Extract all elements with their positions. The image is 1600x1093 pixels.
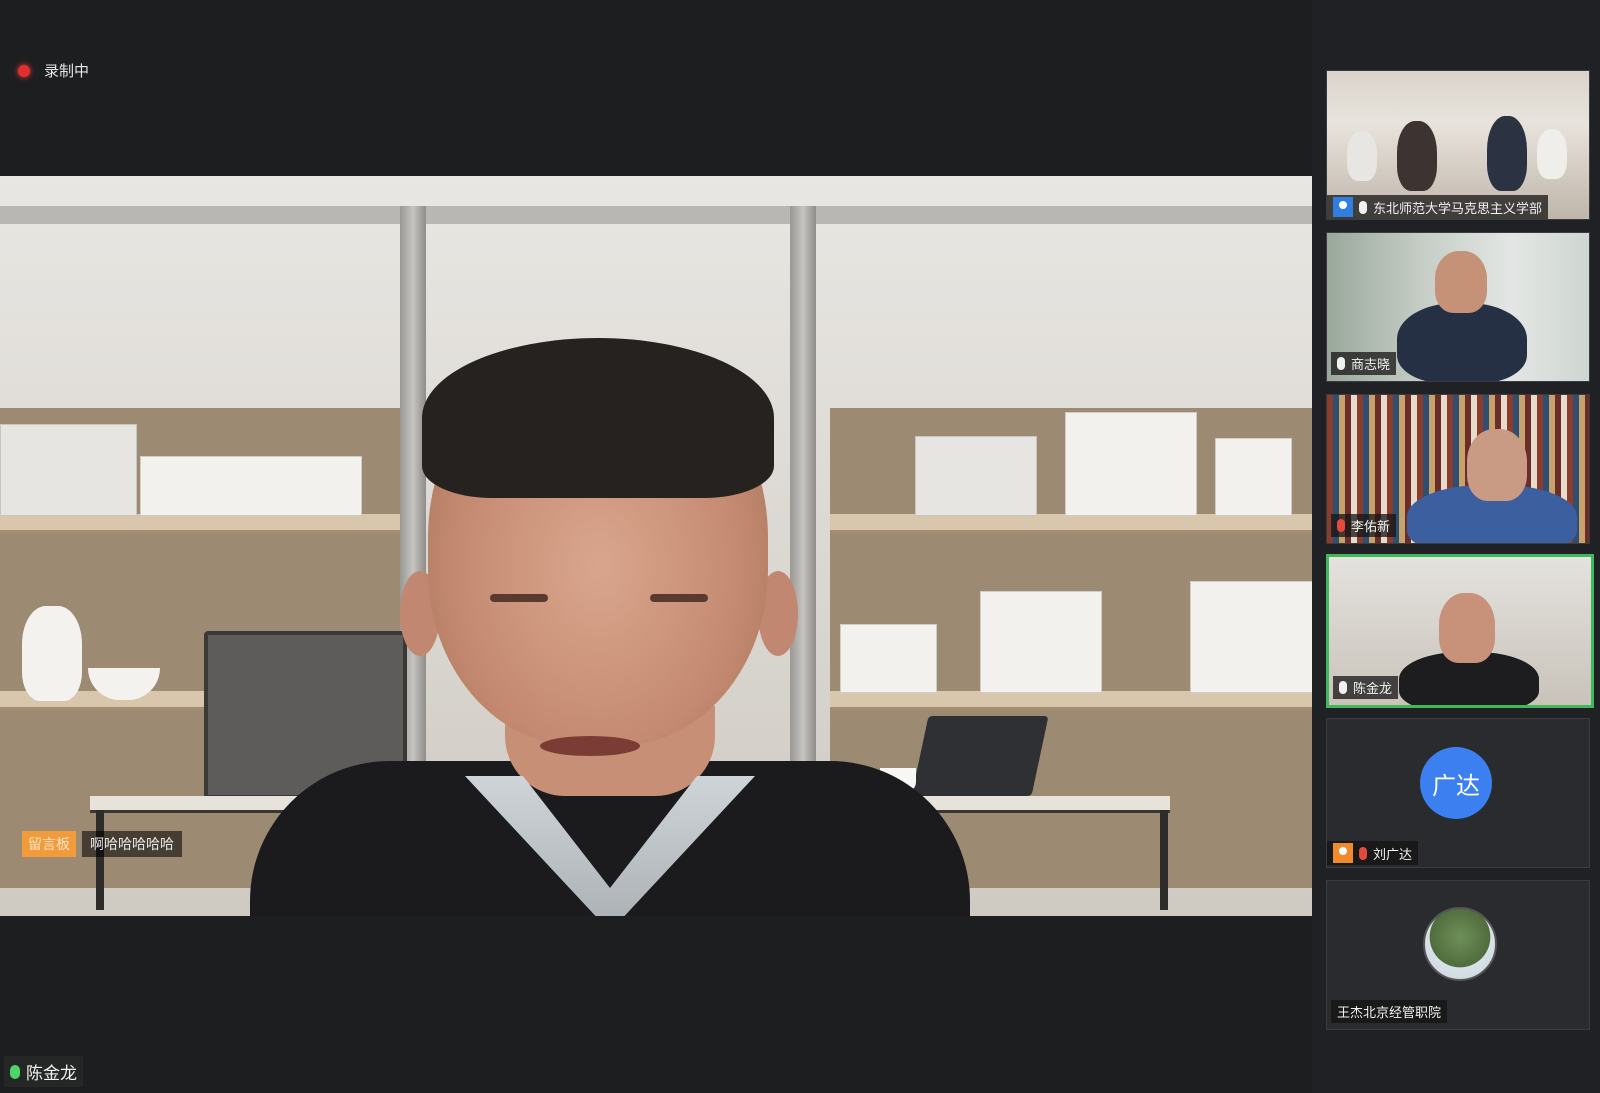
speaker-eye [490, 594, 548, 602]
participant-label: 李佑新 [1331, 514, 1397, 537]
mic-muted-icon [1359, 846, 1367, 860]
main-speaker-label: 陈金龙 [4, 1056, 83, 1087]
participant-tile[interactable]: 王杰北京经管职院 [1326, 880, 1590, 1030]
participant-name: 王杰北京经管职院 [1337, 1006, 1442, 1021]
main-video-stage: 录制中 留言板 啊哈哈哈哈哈 陈金龙 [0, 0, 1312, 1093]
record-dot-icon [18, 64, 30, 77]
participant-label: 陈金龙 [1333, 676, 1399, 699]
book-row [1190, 581, 1312, 693]
participant-tile[interactable]: 广达 刘广达 [1326, 718, 1590, 868]
recording-label: 录制中 [44, 62, 90, 80]
participant-label: 王杰北京经管职院 [1331, 1000, 1448, 1023]
chat-overlay-text: 啊哈哈哈哈哈 [82, 831, 182, 857]
participant-tile[interactable]: 商志晓 [1326, 232, 1590, 382]
participant-label: 商志晓 [1331, 352, 1397, 375]
speaker-hair [422, 338, 774, 498]
main-speaker-video[interactable]: 留言板 啊哈哈哈哈哈 [0, 176, 1312, 916]
participant-label: 东北师范大学马克思主义学部 [1327, 195, 1549, 219]
vase [22, 606, 82, 701]
desk-leg [96, 810, 104, 910]
participant-label: 刘广达 [1327, 841, 1419, 865]
speaker-figure [250, 338, 970, 916]
desk-leg [1160, 810, 1168, 910]
chat-overlay-tag: 留言板 [22, 831, 76, 857]
mic-icon [1337, 357, 1345, 370]
main-speaker-name: 陈金龙 [26, 1064, 77, 1084]
book-stack [1215, 438, 1292, 516]
mic-muted-icon [1337, 519, 1345, 532]
shelf-beam [0, 206, 1312, 224]
chat-overlay: 留言板 啊哈哈哈哈哈 [22, 831, 182, 857]
participant-tile[interactable]: 李佑新 [1326, 394, 1590, 544]
avatar: 广达 [1420, 747, 1492, 819]
participant-name: 商志晓 [1351, 358, 1391, 373]
participant-name: 东北师范大学马克思主义学部 [1373, 201, 1543, 217]
storage-box [0, 424, 137, 516]
participant-name: 刘广达 [1373, 847, 1413, 863]
participant-name: 陈金龙 [1353, 682, 1393, 697]
mic-icon [10, 1064, 20, 1079]
book-row [980, 591, 1102, 693]
participant-icon [1333, 843, 1353, 863]
participant-tile[interactable]: 东北师范大学马克思主义学部 [1326, 70, 1590, 220]
avatar [1423, 907, 1497, 981]
book-row [1065, 412, 1197, 516]
participant-tile-active[interactable]: 陈金龙 [1326, 554, 1594, 708]
recording-indicator: 录制中 [18, 60, 89, 81]
participant-icon [1333, 197, 1353, 217]
participant-name: 李佑新 [1351, 520, 1391, 535]
participant-gallery: 东北师范大学马克思主义学部 商志晓 李佑新 陈金龙 广达 刘广达 王杰北京经管职… [1312, 0, 1600, 1093]
mic-icon [1359, 200, 1367, 214]
speaker-eye [650, 594, 708, 602]
mic-icon [1339, 681, 1347, 694]
speaker-mouth [540, 736, 640, 756]
